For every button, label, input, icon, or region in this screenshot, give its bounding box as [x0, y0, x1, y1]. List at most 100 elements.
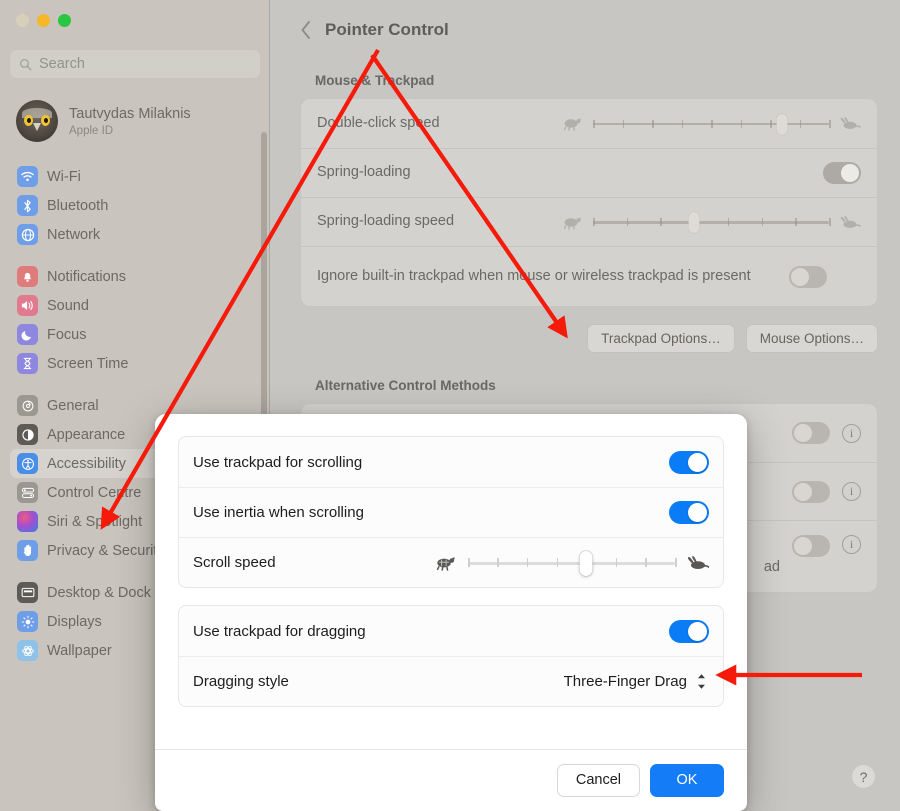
row-label: Ignore built-in trackpad when mouse or w… [317, 267, 751, 284]
bluetooth-icon [17, 195, 38, 216]
row-use-trackpad-for-scrolling: Use trackpad for scrolling [179, 437, 723, 487]
sidebar-item-label: Wallpaper [47, 642, 112, 659]
slider-track[interactable] [593, 113, 831, 135]
chevron-up-down-icon [694, 672, 709, 692]
dock-icon [17, 582, 38, 603]
row-dragging-style: Dragging style Three-Finger Drag [179, 656, 723, 706]
contrast-icon [17, 424, 38, 445]
use-trackpad-for-scrolling-toggle[interactable] [669, 450, 709, 474]
sidebar-item-label: Displays [47, 613, 102, 630]
help-button[interactable]: ? [851, 764, 876, 789]
sidebar-item-label: Control Centre [47, 484, 142, 501]
row-label: Double-click speed [317, 114, 440, 131]
gear-icon [17, 395, 38, 416]
search-icon [19, 58, 32, 70]
alt-toggle[interactable] [792, 422, 830, 444]
double-click-speed-slider[interactable] [561, 113, 861, 135]
brightness-icon [17, 611, 38, 632]
turtle-icon [563, 217, 581, 230]
search-placeholder: Search [39, 56, 85, 72]
row-scroll-speed: Scroll speed [179, 537, 723, 587]
sidebar-item-notifications[interactable]: Notifications [10, 262, 260, 291]
dragging-group: Use trackpad for dragging Dragging style… [178, 605, 724, 707]
row-ignore-builtin-trackpad: Ignore built-in trackpad when mouse or w… [301, 246, 877, 306]
spring-loading-toggle[interactable] [823, 162, 861, 184]
globe-icon [17, 224, 38, 245]
pane-button-row: Trackpad Options… Mouse Options… [300, 324, 878, 353]
trackpad-options-button[interactable]: Trackpad Options… [587, 324, 735, 353]
moon-icon [17, 324, 38, 345]
scrolling-group: Use trackpad for scrolling Use inertia w… [178, 436, 724, 588]
dragging-style-value: Three-Finger Drag [563, 673, 687, 690]
sidebar-item-bluetooth[interactable]: Bluetooth [10, 191, 260, 220]
ok-button[interactable]: OK [650, 764, 724, 797]
rabbit-icon [687, 555, 709, 569]
section-title-alternative-control-methods: Alternative Control Methods [315, 378, 496, 393]
row-label: Scroll speed [193, 554, 276, 571]
accessibility-icon [17, 453, 38, 474]
slider-thumb[interactable] [776, 113, 788, 135]
hand-icon [17, 540, 38, 561]
sidebar-item-label: Privacy & Security [47, 542, 165, 559]
sidebar-item-label: Sound [47, 297, 89, 314]
account-subtitle: Apple ID [69, 124, 114, 137]
dialog-body: Use trackpad for scrolling Use inertia w… [155, 414, 747, 749]
slider-track[interactable] [593, 212, 831, 233]
sidebar-item-label: Bluetooth [47, 197, 109, 214]
row-label: Dragging style [193, 673, 289, 690]
slider-thumb[interactable] [688, 212, 700, 233]
speaker-icon [17, 295, 38, 316]
row-spring-loading-speed: Spring-loading speed [301, 197, 877, 246]
sidebar-item-network[interactable]: Network [10, 220, 260, 249]
slider-track[interactable] [468, 550, 677, 576]
search-input[interactable]: Search [10, 50, 260, 78]
sidebar-item-label: General [47, 397, 99, 414]
info-icon[interactable]: i [842, 482, 861, 501]
alt-toggle[interactable] [792, 535, 830, 557]
close-button[interactable] [16, 14, 29, 27]
use-inertia-when-scrolling-toggle[interactable] [669, 501, 709, 524]
slider-thumb[interactable] [579, 550, 593, 576]
control-centre-icon [17, 482, 38, 503]
ignore-builtin-trackpad-toggle[interactable] [789, 265, 827, 288]
info-icon[interactable]: i [842, 423, 861, 443]
sidebar-item-screen-time[interactable]: Screen Time [10, 349, 260, 378]
use-trackpad-for-dragging-toggle[interactable] [669, 619, 709, 643]
sidebar-item-label: Siri & Spotlight [47, 513, 143, 530]
sidebar-item-label: Notifications [47, 268, 126, 285]
rabbit-icon [840, 215, 861, 228]
sidebar-item-label: Screen Time [47, 355, 129, 372]
sidebar-item-label: Focus [47, 326, 87, 343]
account-row[interactable]: Tautvydas Milaknis Apple ID [10, 94, 260, 148]
traffic-lights [10, 0, 260, 27]
sidebar-item-label: Accessibility [47, 455, 126, 472]
sidebar-item-label: Appearance [47, 426, 126, 443]
row-use-inertia-when-scrolling: Use inertia when scrolling [179, 487, 723, 537]
mouse-options-button[interactable]: Mouse Options… [745, 324, 878, 353]
sidebar-item-wi-fi[interactable]: Wi-Fi [10, 162, 260, 191]
sidebar-item-label: Wi-Fi [47, 168, 81, 185]
info-icon[interactable]: i [842, 535, 861, 554]
minimize-button[interactable] [37, 14, 50, 27]
rabbit-icon [840, 116, 861, 129]
dragging-style-dropdown[interactable]: Three-Finger Drag [564, 672, 709, 692]
spring-loading-speed-slider[interactable] [561, 212, 861, 233]
sidebar-item-sound[interactable]: Sound [10, 291, 260, 320]
cancel-button[interactable]: Cancel [556, 764, 640, 797]
alt-toggle[interactable] [792, 480, 830, 503]
turtle-icon [436, 556, 455, 571]
sidebar-item-focus[interactable]: Focus [10, 320, 260, 349]
turtle-icon [563, 118, 581, 131]
sidebar-item-label: Desktop & Dock [47, 584, 151, 601]
pane-header: Pointer Control [300, 14, 878, 46]
page-title: Pointer Control [325, 20, 449, 39]
row-spring-loading: Spring-loading [301, 148, 877, 197]
mouse-trackpad-card: Double-click speed Spring-loading Spring… [300, 98, 878, 307]
maximize-button[interactable] [58, 14, 71, 27]
siri-icon [17, 511, 38, 532]
scroll-speed-slider[interactable] [434, 550, 709, 576]
row-double-click-speed: Double-click speed [301, 99, 877, 148]
row-label: Spring-loading [317, 164, 411, 181]
avatar [16, 100, 58, 142]
chevron-left-icon[interactable] [300, 20, 312, 40]
